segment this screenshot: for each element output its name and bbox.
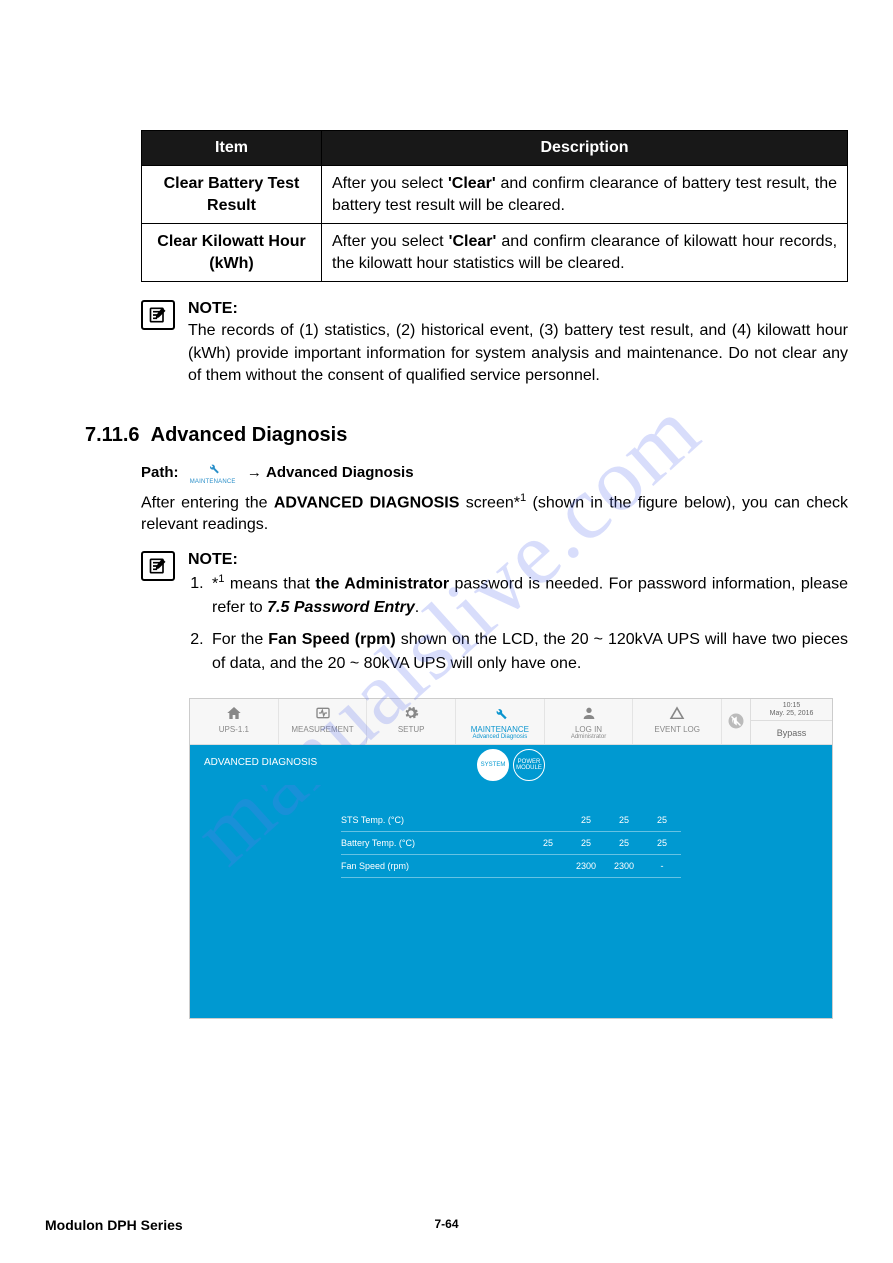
note-list: *1 means that the Administrator password…	[188, 571, 848, 676]
table-row: Clear Kilowatt Hour (kWh) After you sele…	[142, 224, 848, 282]
toolbar-mute[interactable]	[722, 699, 750, 744]
note-title: NOTE:	[188, 300, 848, 318]
diag-value: 25	[567, 838, 605, 848]
text: For the	[212, 631, 268, 648]
note-icon	[141, 300, 175, 330]
toolbar-label: MAINTENANCE	[458, 725, 542, 734]
toolbar-sublabel: Administrator	[547, 734, 631, 740]
diag-value: 25	[643, 815, 681, 825]
alert-icon	[635, 705, 719, 723]
footer-page: 7-64	[434, 1217, 458, 1231]
gear-icon	[369, 705, 453, 723]
page: manualslive.com Item Description Clear B…	[0, 0, 893, 1263]
text: .	[415, 599, 419, 616]
toolbar-ups[interactable]: UPS-1.1	[190, 699, 279, 744]
section-heading: 7.11.6 Advanced Diagnosis	[85, 424, 848, 447]
list-item: For the Fan Speed (rpm) shown on the LCD…	[208, 628, 848, 676]
text: After you select	[332, 175, 448, 192]
list-item: *1 means that the Administrator password…	[208, 571, 848, 620]
toolbar-label: UPS-1.1	[192, 725, 276, 734]
table-item-desc: After you select 'Clear' and confirm cle…	[322, 224, 848, 282]
diag-value: 25	[605, 838, 643, 848]
diag-row: Fan Speed (rpm) 2300 2300 -	[341, 855, 681, 878]
pulse-icon	[281, 705, 365, 723]
intro-paragraph: After entering the ADVANCED DIAGNOSIS sc…	[141, 491, 848, 537]
diag-value	[529, 815, 567, 825]
diag-value: 25	[643, 838, 681, 848]
diag-label: Battery Temp. (°C)	[341, 838, 529, 848]
clear-items-table: Item Description Clear Battery Test Resu…	[141, 130, 848, 282]
diag-value	[529, 861, 567, 871]
diag-value: 25	[529, 838, 567, 848]
ref-link: 7.5 Password Entry	[267, 599, 415, 616]
subheader-title: ADVANCED DIAGNOSIS	[204, 753, 317, 768]
path-label: Path:	[141, 464, 179, 481]
toolbar-label: MEASUREMENT	[281, 725, 365, 734]
diag-label: Fan Speed (rpm)	[341, 861, 529, 871]
toolbar-sublabel: Advanced Diagnosis	[458, 734, 542, 740]
toolbar-eventlog[interactable]: EVENT LOG	[633, 699, 722, 744]
path-line: Path: MAINTENANCE → Advanced Diagnosis	[141, 461, 848, 485]
user-icon	[547, 705, 631, 723]
screenshot-subheader: ADVANCED DIAGNOSIS SYSTEM POWER MODULE	[190, 745, 832, 785]
path-dest: Advanced Diagnosis	[266, 464, 414, 481]
note-text: The records of (1) statistics, (2) histo…	[188, 320, 848, 387]
clear-bold: 'Clear'	[449, 233, 497, 250]
diag-row: STS Temp. (°C) 25 25 25	[341, 809, 681, 832]
toolbar-label: SETUP	[369, 725, 453, 734]
table-item-desc: After you select 'Clear' and confirm cle…	[322, 166, 848, 224]
diag-value: 25	[605, 815, 643, 825]
section-title: Advanced Diagnosis	[151, 424, 348, 446]
table-header-item: Item	[142, 131, 322, 166]
tab-system[interactable]: SYSTEM	[477, 749, 509, 781]
toolbar-maintenance[interactable]: MAINTENANCE Advanced Diagnosis	[456, 699, 545, 744]
footer-series: Modulon DPH Series	[45, 1217, 183, 1233]
toolbar-status: Bypass	[751, 721, 832, 744]
maintenance-icon: MAINTENANCE	[183, 461, 243, 485]
note-block: NOTE: The records of (1) statistics, (2)…	[141, 300, 848, 387]
text: After entering the	[141, 494, 274, 511]
toolbar-setup[interactable]: SETUP	[367, 699, 456, 744]
text: After you select	[332, 233, 449, 250]
text-bold: ADVANCED DIAGNOSIS	[274, 494, 460, 511]
screenshot-toolbar: UPS-1.1 MEASUREMENT SETUP MAINTENANCE Ad…	[190, 699, 832, 745]
diag-value: 25	[567, 815, 605, 825]
diagnosis-table: STS Temp. (°C) 25 25 25 Battery Temp. (°…	[341, 809, 681, 878]
toolbar-label: EVENT LOG	[635, 725, 719, 734]
wrench-icon	[458, 705, 542, 723]
toolbar-measurement[interactable]: MEASUREMENT	[279, 699, 368, 744]
screenshot-body: STS Temp. (°C) 25 25 25 Battery Temp. (°…	[190, 785, 832, 1018]
text-bold: the Administrator	[315, 575, 449, 592]
note-title: NOTE:	[188, 551, 848, 569]
clock-time: 10:15	[751, 702, 832, 710]
clock-date: May. 25, 2016	[751, 710, 832, 718]
path-arrow: →	[247, 464, 262, 481]
diag-label: STS Temp. (°C)	[341, 815, 529, 825]
lcd-screenshot: UPS-1.1 MEASUREMENT SETUP MAINTENANCE Ad…	[189, 698, 833, 1019]
home-icon	[192, 705, 276, 723]
table-item-name: Clear Battery Test Result	[142, 166, 322, 224]
diag-value: 2300	[605, 861, 643, 871]
text-bold: Fan Speed (rpm)	[268, 631, 395, 648]
text: screen*	[459, 494, 520, 511]
clear-bold: 'Clear'	[448, 175, 496, 192]
toolbar-clock: 10:15 May. 25, 2016	[751, 699, 832, 721]
diag-value: -	[643, 861, 681, 871]
toolbar-right: 10:15 May. 25, 2016 Bypass	[750, 699, 832, 744]
note-block: NOTE: *1 means that the Administrator pa…	[141, 551, 848, 684]
tab-power-module[interactable]: POWER MODULE	[513, 749, 545, 781]
diag-row: Battery Temp. (°C) 25 25 25 25	[341, 832, 681, 855]
table-header-description: Description	[322, 131, 848, 166]
diag-value: 2300	[567, 861, 605, 871]
table-item-name: Clear Kilowatt Hour (kWh)	[142, 224, 322, 282]
text: means that	[224, 575, 315, 592]
note-icon	[141, 551, 175, 581]
toolbar-label: LOG IN	[547, 725, 631, 734]
table-row: Clear Battery Test Result After you sele…	[142, 166, 848, 224]
section-number: 7.11.6	[85, 424, 140, 446]
maintenance-icon-label: MAINTENANCE	[183, 479, 243, 485]
subheader-tabs: SYSTEM POWER MODULE	[477, 749, 545, 781]
toolbar-login[interactable]: LOG IN Administrator	[545, 699, 634, 744]
page-footer: Modulon DPH Series 7-64	[45, 1217, 848, 1233]
